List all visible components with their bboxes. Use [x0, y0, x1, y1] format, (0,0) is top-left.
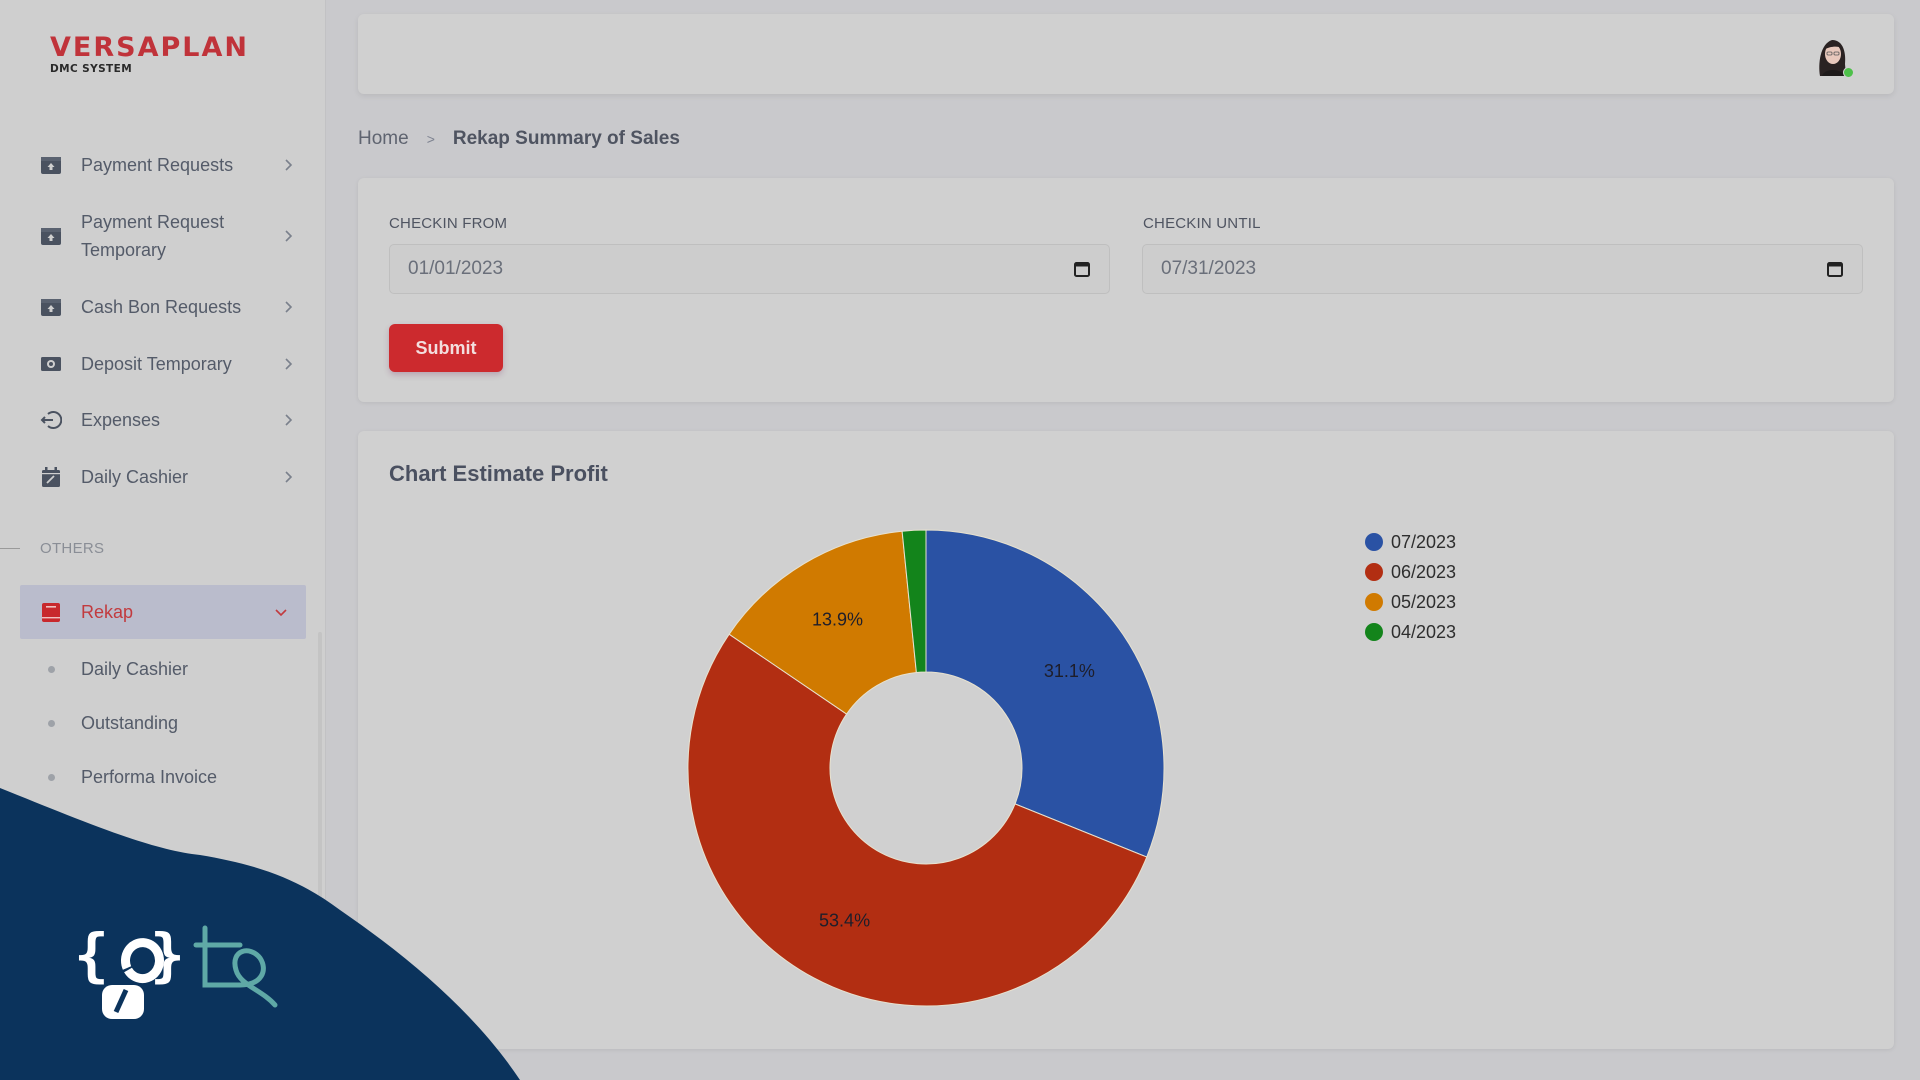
- bullet-icon: [48, 720, 55, 727]
- legend-item[interactable]: 07/2023: [1365, 527, 1456, 557]
- legend-label: 07/2023: [1391, 531, 1457, 552]
- calendar-icon[interactable]: [1826, 260, 1844, 278]
- chevron-right-icon: [281, 357, 295, 371]
- legend-swatch-icon: [1365, 563, 1383, 581]
- checkin-from-input[interactable]: 01/01/2023: [389, 244, 1110, 294]
- sidebar-item-label: Payment Requests: [81, 155, 234, 175]
- checkin-until-value: 07/31/2023: [1161, 258, 1257, 279]
- archive-box-icon: [40, 225, 62, 247]
- breadcrumb-separator-icon: >: [426, 131, 435, 147]
- bullet-icon: [48, 666, 55, 673]
- sidebar-item-expenses[interactable]: Expenses: [40, 406, 295, 434]
- donut-slice-07-2023[interactable]: [925, 529, 1165, 858]
- brand-subtitle: DMC SYSTEM: [50, 63, 133, 75]
- chevron-right-icon: [281, 413, 295, 427]
- brand-logo[interactable]: VERSAPLAN DMC SYSTEM: [50, 34, 249, 75]
- sidebar-item-label: Payment Request Temporary: [81, 212, 225, 260]
- legend-swatch-icon: [1365, 533, 1383, 551]
- checkin-from-label: CHECKIN FROM: [389, 215, 508, 232]
- legend-item[interactable]: 06/2023: [1365, 557, 1456, 587]
- sidebar-item-rekap[interactable]: Rekap: [20, 585, 306, 639]
- chevron-right-icon: [281, 470, 295, 484]
- sub-item-label: Daily Cashier: [81, 659, 189, 679]
- sidebar-item-payment-request-temporary[interactable]: Payment Request Temporary: [40, 208, 295, 264]
- slice-percent-label: 31.1%: [1044, 661, 1095, 681]
- top-bar: [358, 14, 1894, 94]
- chevron-down-icon: [274, 605, 288, 619]
- legend-swatch-icon: [1365, 593, 1383, 611]
- svg-text:{: {: [74, 921, 109, 989]
- sidebar-item-deposit-temporary[interactable]: Deposit Temporary: [40, 350, 295, 378]
- banknote-icon: [40, 353, 62, 375]
- checkin-until-label: CHECKIN UNTIL: [1143, 215, 1261, 232]
- checkin-from-value: 01/01/2023: [408, 258, 504, 279]
- section-label-others: OTHERS: [40, 540, 105, 557]
- legend-item[interactable]: 04/2023: [1365, 617, 1456, 647]
- sidebar-item-daily-cashier[interactable]: Daily Cashier: [40, 463, 295, 491]
- sidebar-item-label: Daily Cashier: [81, 467, 189, 487]
- sidebar-item-label: Expenses: [81, 410, 161, 430]
- submit-button[interactable]: Submit: [389, 324, 503, 372]
- brand-name: VERSAPLAN: [50, 32, 249, 63]
- slice-percent-label: 13.9%: [812, 609, 863, 629]
- legend-label: 06/2023: [1391, 561, 1457, 582]
- archive-box-icon: [40, 296, 62, 318]
- sidebar-item-label: Deposit Temporary: [81, 354, 232, 374]
- logout-circle-icon: [40, 409, 62, 431]
- checkin-until-input[interactable]: 07/31/2023: [1142, 244, 1863, 294]
- chart-legend: 07/2023 06/2023 05/2023 04/2023: [1365, 527, 1456, 647]
- sub-item-outstanding[interactable]: Outstanding: [48, 713, 178, 734]
- breadcrumb: Home > Rekap Summary of Sales: [358, 128, 680, 150]
- breadcrumb-home-link[interactable]: Home: [358, 128, 409, 150]
- breadcrumb-current: Rekap Summary of Sales: [452, 128, 680, 149]
- chevron-right-icon: [281, 300, 295, 314]
- sidebar-item-label: Cash Bon Requests: [81, 297, 242, 317]
- chevron-right-icon: [281, 229, 295, 243]
- sub-item-daily-cashier[interactable]: Daily Cashier: [48, 659, 188, 680]
- watermark-overlay: { }: [0, 788, 520, 1080]
- legend-swatch-icon: [1365, 623, 1383, 641]
- user-avatar[interactable]: [1812, 34, 1854, 78]
- calendar-icon[interactable]: [1073, 260, 1091, 278]
- calendar-edit-icon: [40, 466, 62, 488]
- section-divider: [0, 548, 20, 549]
- archive-box-icon: [40, 154, 62, 176]
- legend-label: 05/2023: [1391, 591, 1457, 612]
- book-icon: [40, 601, 62, 623]
- sidebar-item-payment-requests[interactable]: Payment Requests: [40, 151, 295, 179]
- sidebar-item-label: Rekap: [81, 602, 134, 622]
- legend-label: 04/2023: [1391, 621, 1457, 642]
- chevron-right-icon: [281, 158, 295, 172]
- legend-item[interactable]: 05/2023: [1365, 587, 1456, 617]
- sidebar-item-cash-bon-requests[interactable]: Cash Bon Requests: [40, 293, 295, 321]
- sub-item-label: Outstanding: [81, 713, 179, 733]
- slice-percent-label: 53.4%: [819, 911, 870, 931]
- online-status-indicator: [1843, 67, 1854, 78]
- filter-card: CHECKIN FROM 01/01/2023 CHECKIN UNTIL 07…: [358, 178, 1894, 402]
